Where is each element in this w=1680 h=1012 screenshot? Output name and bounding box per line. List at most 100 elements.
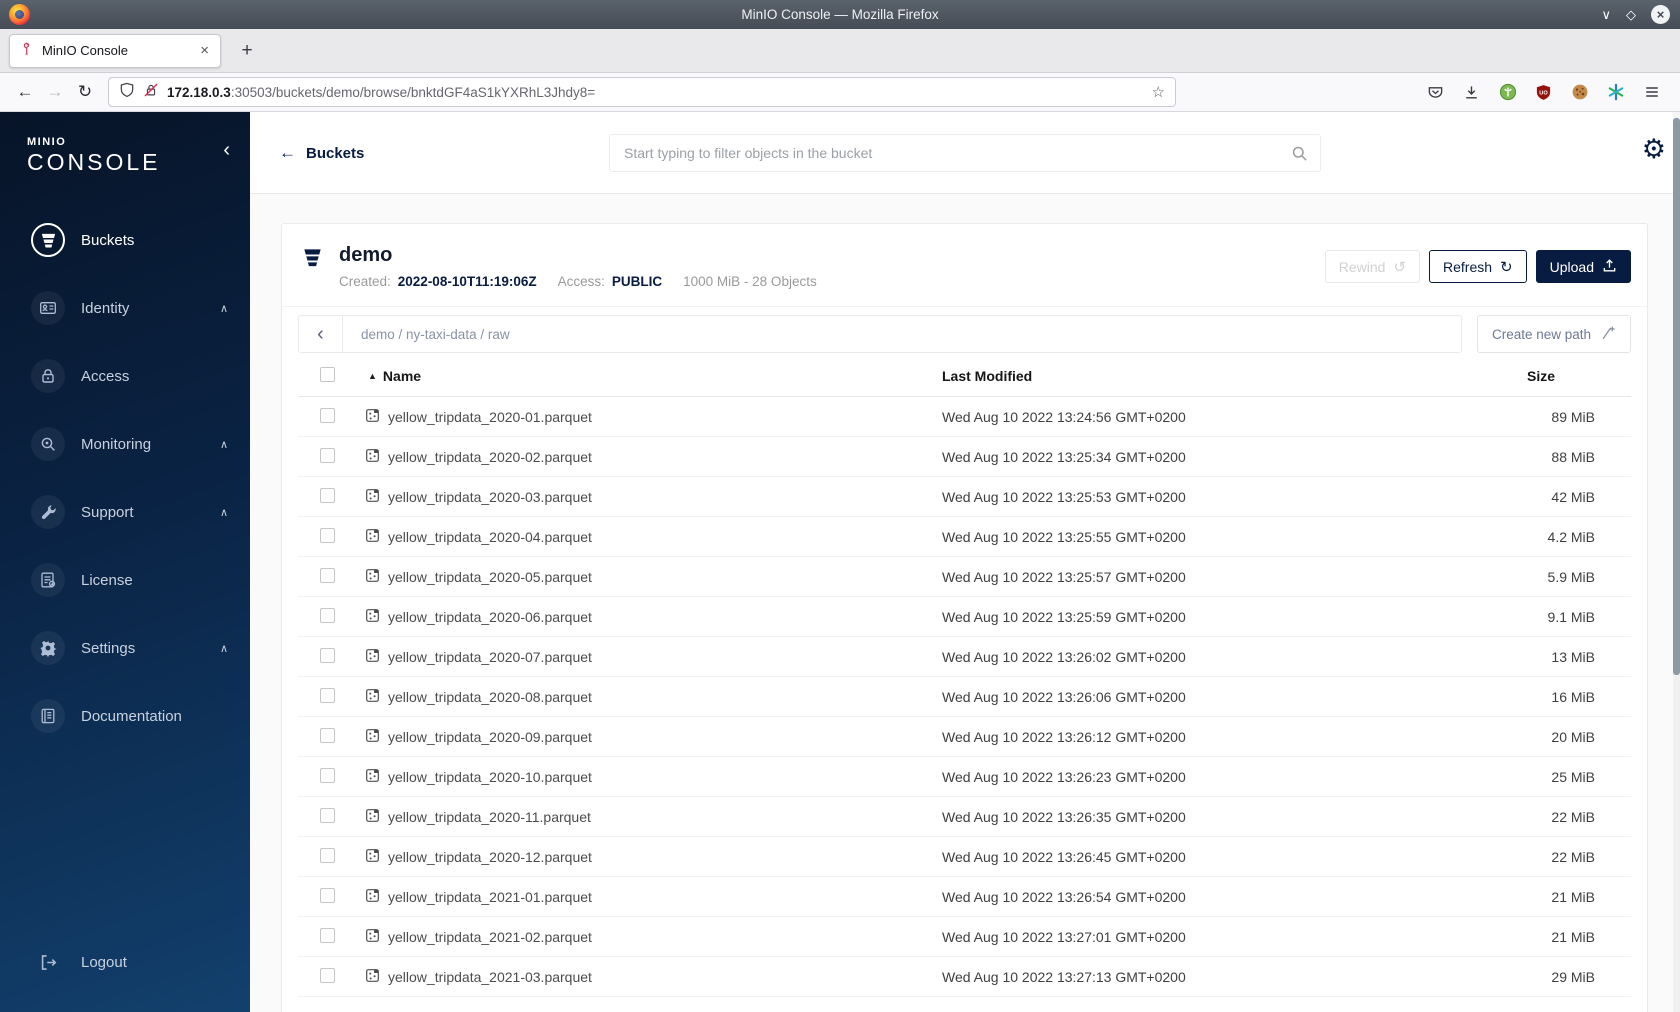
shield-icon[interactable] (119, 82, 135, 103)
table-row[interactable]: yellow_tripdata_2020-06.parquet Wed Aug … (298, 597, 1631, 637)
object-name[interactable]: yellow_tripdata_2021-01.parquet (388, 889, 592, 905)
forward-button[interactable]: → (40, 78, 70, 106)
breadcrumb-segment[interactable]: raw (488, 327, 510, 342)
url-bar[interactable]: 172.18.0.3:30503/buckets/demo/browse/bnk… (108, 77, 1176, 107)
sidebar-item-identity[interactable]: Identity ∧ (0, 284, 250, 332)
minio-favicon-icon (19, 41, 34, 61)
table-row[interactable]: yellow_tripdata_2020-10.parquet Wed Aug … (298, 757, 1631, 797)
object-name[interactable]: yellow_tripdata_2021-02.parquet (388, 929, 592, 945)
tab-minio-console[interactable]: MinIO Console × (9, 33, 221, 68)
table-row[interactable]: yellow_tripdata_2020-07.parquet Wed Aug … (298, 637, 1631, 677)
extension-green-icon[interactable] (1493, 78, 1522, 106)
row-checkbox[interactable] (320, 447, 335, 463)
table-row[interactable]: yellow_tripdata_2020-03.parquet Wed Aug … (298, 477, 1631, 517)
object-name[interactable]: yellow_tripdata_2020-09.parquet (388, 729, 592, 745)
reload-button[interactable]: ↻ (70, 78, 100, 106)
table-row[interactable]: yellow_tripdata_2021-02.parquet Wed Aug … (298, 917, 1631, 957)
row-checkbox[interactable] (320, 807, 335, 823)
scrollbar-thumb[interactable] (1673, 118, 1680, 675)
minio-console-logo: MINIO CONSOLE (27, 136, 160, 176)
breadcrumb-segment[interactable]: ny-taxi-data (406, 327, 477, 342)
column-header-last-modified[interactable]: Last Modified (942, 368, 1525, 384)
path-back-icon[interactable]: ‹ (299, 316, 343, 352)
object-name[interactable]: yellow_tripdata_2020-05.parquet (388, 569, 592, 585)
upload-button[interactable]: Upload (1535, 250, 1631, 283)
object-name[interactable]: yellow_tripdata_2020-12.parquet (388, 849, 592, 865)
table-row[interactable]: yellow_tripdata_2020-02.parquet Wed Aug … (298, 437, 1631, 477)
create-new-path-button[interactable]: Create new path (1477, 315, 1631, 353)
back-button[interactable]: ← (10, 78, 40, 106)
table-row[interactable]: yellow_tripdata_2020-12.parquet Wed Aug … (298, 837, 1631, 877)
row-checkbox[interactable] (320, 967, 335, 983)
row-checkbox[interactable] (320, 767, 335, 783)
object-name[interactable]: yellow_tripdata_2020-01.parquet (388, 409, 592, 425)
tab-close-icon[interactable]: × (198, 42, 211, 59)
row-checkbox[interactable] (320, 487, 335, 503)
object-last-modified: Wed Aug 10 2022 13:27:13 GMT+0200 (942, 968, 1186, 985)
refresh-button[interactable]: Refresh ↻ (1429, 250, 1527, 283)
path-navigation-bar: ‹ demo / ny-taxi-data / raw (298, 315, 1462, 353)
object-name[interactable]: yellow_tripdata_2020-10.parquet (388, 769, 592, 785)
search-input[interactable] (610, 135, 1320, 171)
object-name[interactable]: yellow_tripdata_2020-02.parquet (388, 449, 592, 465)
settings-gear-icon[interactable]: ⚙ (1642, 136, 1666, 163)
rewind-button[interactable]: Rewind ↺ (1324, 250, 1421, 283)
table-row[interactable]: yellow_tripdata_2020-11.parquet Wed Aug … (298, 797, 1631, 837)
maximize-icon[interactable]: ◇ (1626, 8, 1636, 21)
close-icon[interactable]: × (1651, 5, 1670, 24)
row-checkbox[interactable] (320, 647, 335, 663)
sidebar-item-license[interactable]: License (0, 556, 250, 604)
sidebar-collapse-icon[interactable]: ‹ (223, 140, 230, 160)
row-checkbox[interactable] (320, 927, 335, 943)
new-tab-button[interactable]: + (233, 40, 261, 62)
object-size: 22 MiB (1551, 848, 1595, 865)
menu-hamburger-icon[interactable] (1637, 78, 1666, 106)
sidebar-item-monitoring[interactable]: Monitoring ∧ (0, 420, 250, 468)
table-row[interactable]: yellow_tripdata_2020-04.parquet Wed Aug … (298, 517, 1631, 557)
row-checkbox[interactable] (320, 567, 335, 583)
object-name[interactable]: yellow_tripdata_2020-04.parquet (388, 529, 592, 545)
sidebar-item-settings[interactable]: Settings ∧ (0, 624, 250, 672)
pocket-icon[interactable] (1421, 78, 1450, 106)
sidebar-item-buckets[interactable]: Buckets (0, 216, 250, 264)
select-all-checkbox[interactable] (320, 366, 335, 382)
breadcrumb-segment[interactable]: demo (361, 327, 395, 342)
row-checkbox[interactable] (320, 727, 335, 743)
object-size: 4.2 MiB (1547, 528, 1595, 545)
column-header-size[interactable]: Size (1525, 368, 1631, 384)
object-name[interactable]: yellow_tripdata_2020-08.parquet (388, 689, 592, 705)
minimize-icon[interactable]: ∨ (1601, 8, 1611, 21)
bookmark-star-icon[interactable]: ☆ (1152, 83, 1165, 101)
object-name[interactable]: yellow_tripdata_2020-03.parquet (388, 489, 592, 505)
column-header-name[interactable]: Name (383, 368, 421, 384)
object-name[interactable]: yellow_tripdata_2020-07.parquet (388, 649, 592, 665)
object-name[interactable]: yellow_tripdata_2020-06.parquet (388, 609, 592, 625)
sidebar-item-access[interactable]: Access (0, 352, 250, 400)
table-row[interactable]: yellow_tripdata_2020-05.parquet Wed Aug … (298, 557, 1631, 597)
ublock-extension-icon[interactable]: UO (1529, 78, 1558, 106)
table-row[interactable]: yellow_tripdata_2021-03.parquet Wed Aug … (298, 957, 1631, 997)
row-checkbox[interactable] (320, 607, 335, 623)
table-row[interactable]: yellow_tripdata_2020-08.parquet Wed Aug … (298, 677, 1631, 717)
sidebar-item-support[interactable]: Support ∧ (0, 488, 250, 536)
row-checkbox[interactable] (320, 847, 335, 863)
asterisk-extension-icon[interactable] (1601, 78, 1630, 106)
table-row[interactable]: yellow_tripdata_2020-09.parquet Wed Aug … (298, 717, 1631, 757)
object-name[interactable]: yellow_tripdata_2020-11.parquet (388, 809, 591, 825)
cookie-extension-icon[interactable] (1565, 78, 1594, 106)
sidebar-item-documentation[interactable]: Documentation (0, 692, 250, 740)
table-row[interactable]: yellow_tripdata_2020-01.parquet Wed Aug … (298, 397, 1631, 437)
row-checkbox[interactable] (320, 887, 335, 903)
row-checkbox[interactable] (320, 687, 335, 703)
page-scrollbar[interactable] (1673, 112, 1680, 1012)
row-checkbox[interactable] (320, 527, 335, 543)
table-row[interactable]: yellow_tripdata_2021-01.parquet Wed Aug … (298, 877, 1631, 917)
row-checkbox[interactable] (320, 407, 335, 423)
object-name[interactable]: yellow_tripdata_2021-03.parquet (388, 969, 592, 985)
downloads-icon[interactable] (1457, 78, 1486, 106)
object-size: 21 MiB (1551, 888, 1595, 905)
sidebar-item-logout[interactable]: Logout (0, 938, 250, 986)
back-to-buckets-link[interactable]: ← Buckets (279, 143, 364, 163)
sort-asc-icon[interactable]: ▲ (368, 371, 377, 381)
insecure-lock-icon[interactable] (143, 82, 159, 103)
